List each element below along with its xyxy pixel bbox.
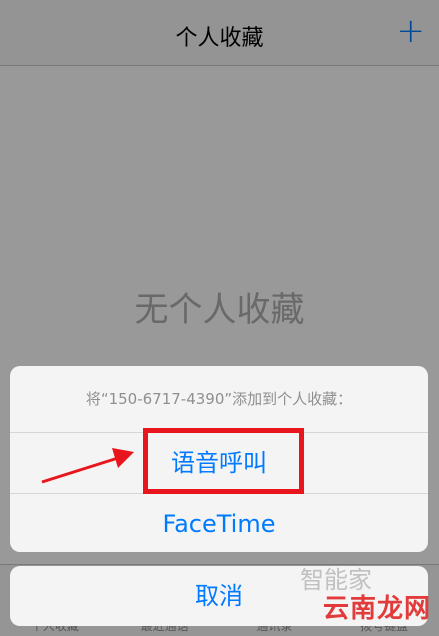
watermark-logo: 云南龙网 <box>322 594 431 624</box>
annotation-arrow-icon <box>41 448 134 484</box>
